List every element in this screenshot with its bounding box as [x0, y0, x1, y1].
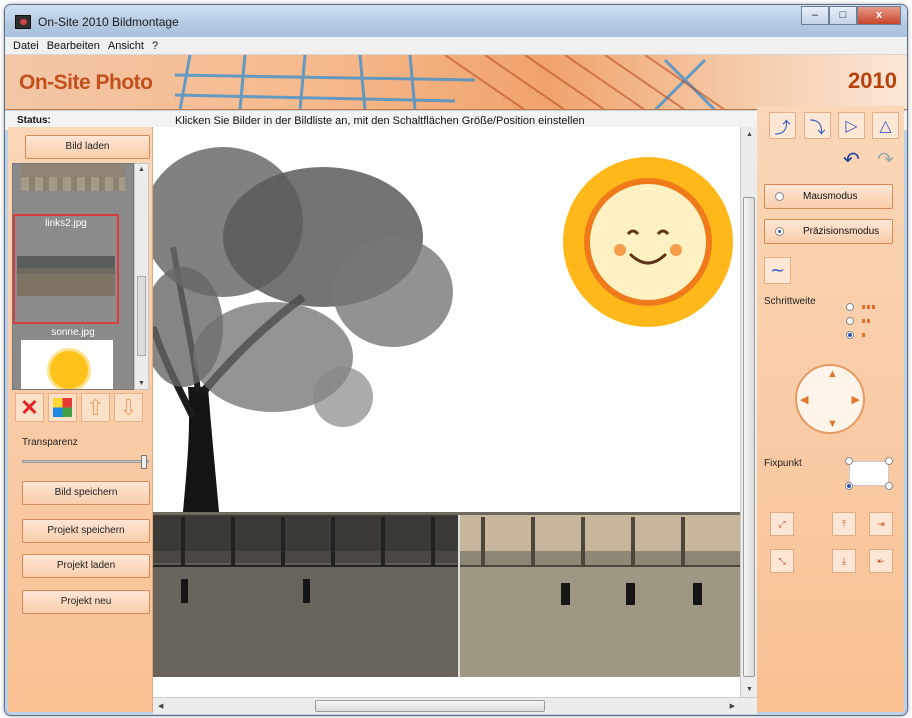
menu-bearbeiten[interactable]: Bearbeiten — [47, 37, 100, 54]
thumbnail-item-links2[interactable]: links2.jpg — [13, 214, 119, 324]
move-left-icon[interactable]: ◀ — [800, 393, 808, 406]
canvas-horizontal-scrollbar[interactable]: ◀ ▶ — [153, 697, 757, 714]
scale-up-icon[interactable]: ⤢ — [770, 512, 794, 536]
step-large-indicator — [862, 305, 875, 309]
thumbnail-image — [17, 256, 115, 296]
precision-mode-label: Präzisionsmodus — [803, 226, 880, 237]
thumbnail-partial[interactable] — [21, 164, 125, 191]
thumbnail-scrollbar[interactable]: ▲ ▼ — [134, 163, 149, 390]
new-project-button[interactable]: Projekt neu — [22, 590, 150, 614]
rotate-right-icon[interactable]: ⤵ — [804, 112, 831, 139]
align-top-icon[interactable]: ⤒ — [832, 512, 856, 536]
montage-composition — [153, 147, 740, 677]
move-down-icon[interactable]: ▼ — [827, 418, 838, 430]
window-controls: – □ x — [801, 6, 901, 25]
close-button[interactable]: x — [857, 6, 901, 25]
save-project-button[interactable]: Projekt speichern — [22, 519, 150, 543]
transparency-slider[interactable] — [22, 460, 149, 463]
transparency-slider-handle[interactable] — [141, 455, 147, 469]
montage-canvas[interactable] — [153, 127, 740, 697]
move-up-icon[interactable]: ▲ — [827, 368, 838, 380]
arrow-up-icon[interactable]: ⇧ — [81, 393, 110, 422]
banner: On-Site Photo 2010 — [5, 55, 907, 110]
thumbnail-item-sonne[interactable] — [21, 340, 113, 389]
curve-tool-icon[interactable]: ∼ — [764, 257, 791, 284]
fixpoint-bottom-left[interactable] — [845, 482, 853, 490]
redo-icon[interactable]: ↷ — [872, 146, 899, 173]
thumbnail-label: sonne.jpg — [51, 327, 95, 338]
mouse-mode-button[interactable]: Mausmodus — [764, 184, 893, 209]
direction-pad[interactable]: ▲ ▼ ◀ ▶ — [795, 364, 865, 434]
move-right-icon[interactable]: ▶ — [852, 393, 860, 406]
scale-down-icon[interactable]: ⤡ — [770, 549, 794, 573]
save-image-button[interactable]: Bild speichern — [22, 481, 150, 505]
status-text: Klicken Sie Bilder in der Bildliste an, … — [175, 115, 585, 127]
flip-horizontal-icon[interactable]: ▷ — [838, 112, 865, 139]
menu-datei[interactable]: Datei — [13, 37, 39, 54]
step-large-radio[interactable] — [846, 303, 854, 311]
fixpoint-bottom-right[interactable] — [885, 482, 893, 490]
step-small-indicator — [862, 333, 866, 337]
maximize-button[interactable]: □ — [829, 6, 857, 25]
align-bottom-icon[interactable]: ⤓ — [832, 549, 856, 573]
delete-icon[interactable]: ✕ — [15, 393, 44, 422]
step-medium-radio[interactable] — [846, 317, 854, 325]
app-icon — [15, 15, 31, 29]
canvas-vertical-scrollbar[interactable]: ▲ ▼ — [740, 127, 757, 697]
undo-icon[interactable]: ↶ — [838, 146, 865, 173]
color-palette-icon[interactable] — [48, 393, 77, 422]
step-size-label: Schrittweite — [764, 296, 816, 307]
step-medium-indicator — [862, 319, 871, 323]
title-bar: On-Site 2010 Bildmontage – □ x — [5, 5, 907, 37]
fixpoint-selector[interactable] — [845, 457, 893, 490]
status-label: Status: — [17, 115, 51, 126]
fixpoint-label: Fixpunkt — [764, 458, 802, 469]
menu-help[interactable]: ? — [152, 37, 158, 54]
banner-year: 2010 — [848, 68, 897, 93]
mouse-mode-radio[interactable] — [775, 192, 784, 201]
brand-logo: On-Site Photo — [19, 71, 153, 94]
minimize-button[interactable]: – — [801, 6, 829, 25]
rotate-left-icon[interactable]: ⤴ — [769, 112, 796, 139]
thumbnail-label: links2.jpg — [45, 218, 87, 229]
fixpoint-top-left[interactable] — [845, 457, 853, 465]
mouse-mode-label: Mausmodus — [803, 191, 858, 202]
fixpoint-top-right[interactable] — [885, 457, 893, 465]
thumbnail-actions: ✕ ⇧ ⇩ — [15, 393, 143, 422]
precision-mode-button[interactable]: Präzisionsmodus — [764, 219, 893, 244]
arrow-down-icon[interactable]: ⇩ — [114, 393, 143, 422]
thumbnail-list[interactable]: links2.jpg sonne.jpg — [12, 163, 134, 390]
align-right-icon[interactable]: ⇥ — [869, 512, 893, 536]
menu-ansicht[interactable]: Ansicht — [108, 37, 144, 54]
transparency-label: Transparenz — [22, 437, 78, 448]
load-image-button[interactable]: Bild laden — [25, 135, 150, 159]
flip-vertical-icon[interactable]: △ — [872, 112, 899, 139]
precision-mode-radio[interactable] — [775, 227, 784, 236]
align-left-icon[interactable]: ⇤ — [869, 549, 893, 573]
load-project-button[interactable]: Projekt laden — [22, 554, 150, 578]
step-small-radio[interactable] — [846, 331, 854, 339]
window-title: On-Site 2010 Bildmontage — [38, 15, 179, 29]
menu-bar: Datei Bearbeiten Ansicht ? — [5, 37, 907, 55]
